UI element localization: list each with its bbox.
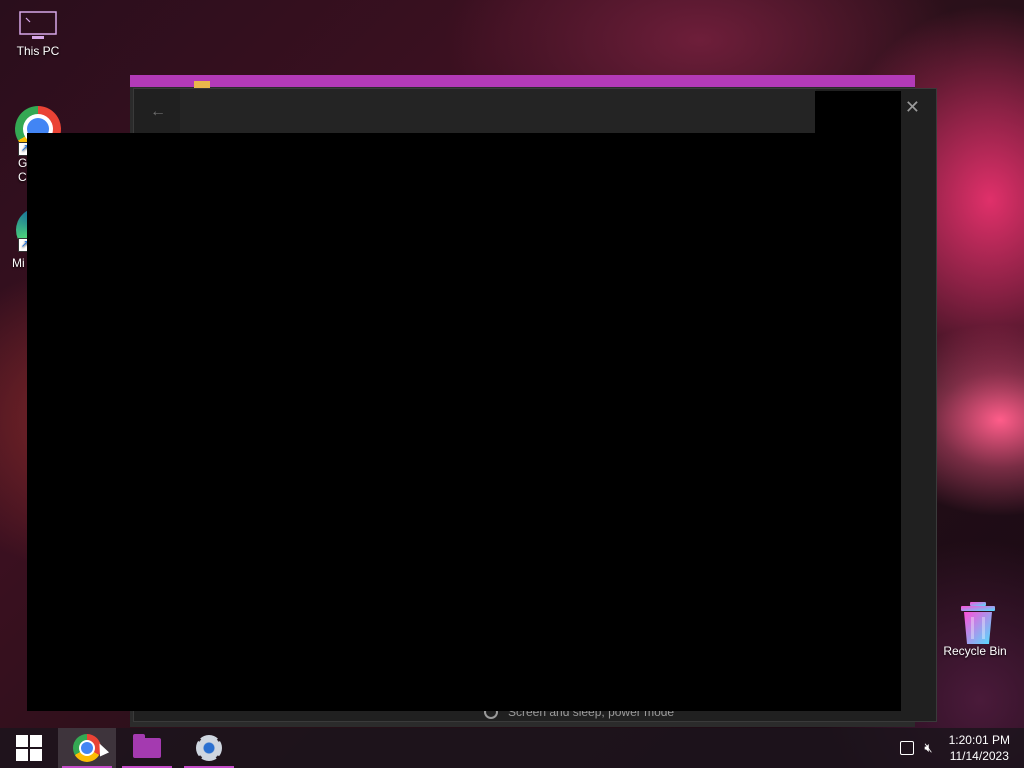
gear-icon [196, 735, 222, 761]
clock-date: 11/14/2023 [949, 749, 1009, 763]
recycle-bin-icon [958, 600, 995, 644]
taskbar-file-explorer-button[interactable] [118, 728, 176, 768]
close-icon[interactable]: ✕ [905, 97, 920, 118]
clock[interactable]: 1:20:01 PM 11/14/2023 [949, 732, 1010, 764]
desktop-icon-recycle-bin[interactable]: Recycle Bin [939, 600, 1011, 658]
clock-time: 1:20:01 PM [948, 733, 1010, 747]
back-arrow-icon[interactable]: ← [150, 103, 166, 121]
desktop-icon-label: This PC [16, 44, 60, 58]
black-overlay [27, 133, 901, 711]
system-tray: 🔇︎ 1:20:01 PM 11/14/2023 [900, 728, 1024, 768]
title-strip [180, 89, 816, 133]
volume-muted-icon[interactable]: 🔇︎ [924, 740, 932, 756]
windows-logo-icon [16, 735, 42, 761]
folder-icon [133, 734, 161, 758]
desktop-icon-this-pc[interactable]: This PC [2, 10, 74, 58]
desktop-icon-label: Recycle Bin [943, 644, 1007, 658]
start-button[interactable] [0, 728, 58, 768]
taskbar [0, 728, 1024, 768]
network-icon[interactable] [900, 741, 915, 755]
monitor-icon [18, 10, 58, 40]
black-overlay-top [815, 91, 901, 136]
taskbar-settings-button[interactable] [180, 728, 238, 768]
